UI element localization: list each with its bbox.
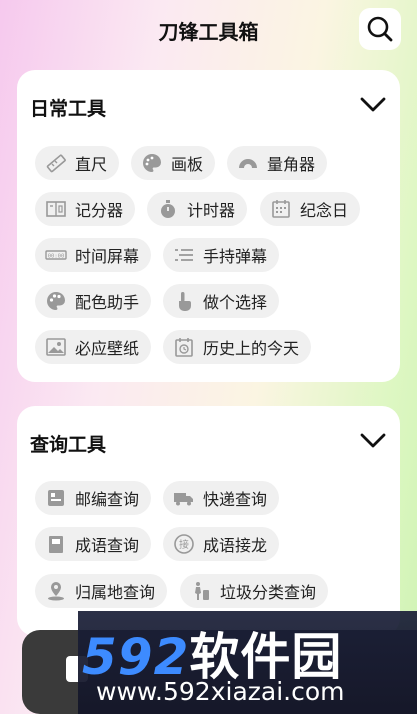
recycle-person-icon: [195, 582, 209, 600]
color-palette-icon: [47, 292, 65, 310]
ruler-icon: [46, 154, 66, 173]
palette-icon: [143, 154, 161, 172]
scoreboard-icon: [46, 201, 66, 217]
tool-postcode-query[interactable]: 邮编查询: [35, 481, 152, 515]
chip-label: 垃圾分类查询: [220, 583, 317, 602]
page-title: 刀锋工具箱: [158, 20, 259, 44]
chip-label: 计时器: [187, 201, 236, 220]
chip-label: 记分器: [75, 201, 124, 220]
digital-clock-icon: 00:00: [45, 250, 67, 260]
watermark-logo: 592软件园 www.592xiazai.com: [78, 611, 417, 714]
chevron-down-icon[interactable]: [360, 96, 386, 114]
calendar-icon: [272, 200, 290, 218]
protractor-icon: [239, 159, 257, 168]
tool-anniversary[interactable]: 纪念日: [260, 192, 361, 226]
chip-label: 归属地查询: [75, 583, 156, 602]
watermark-url: www.592xiazai.com: [96, 677, 345, 706]
tool-color-helper[interactable]: 配色助手: [35, 284, 152, 318]
chip-label: 邮编查询: [75, 490, 140, 509]
stopwatch-icon: [161, 200, 175, 218]
tool-garbage-sort-query[interactable]: 垃圾分类查询: [180, 574, 329, 608]
chip-label: 快递查询: [203, 490, 268, 509]
query-tools-card: 查询工具 邮编查询 快递查询 成语查询 接 成语接龙 归属地查询 垃圾分类查询: [17, 406, 400, 636]
chip-label: 历史上的今天: [203, 339, 300, 358]
chevron-down-icon[interactable]: [360, 432, 386, 450]
tool-timer[interactable]: 计时器: [147, 192, 248, 226]
book-icon: [49, 536, 63, 553]
chip-label: 手持弹幕: [203, 247, 268, 266]
tool-idiom-chain[interactable]: 接 成语接龙: [163, 527, 280, 561]
tool-drawing-board[interactable]: 画板: [131, 146, 216, 180]
chip-label: 成语接龙: [203, 536, 268, 555]
tool-scorer[interactable]: 记分器: [35, 192, 136, 226]
chip-label: 纪念日: [300, 201, 349, 220]
daily-tools-card: 日常工具 直尺 画板 量角器 记分器 计时器 纪念日 00:00 时间屏幕 手持…: [17, 70, 400, 382]
chip-label: 成语查询: [75, 536, 140, 555]
chip-label: 量角器: [267, 155, 316, 174]
app-header: 刀锋工具箱: [0, 0, 417, 62]
search-button[interactable]: [359, 8, 401, 50]
chip-label: 做个选择: [203, 293, 268, 312]
chip-label: 必应壁纸: [75, 339, 140, 358]
tool-history-today[interactable]: 历史上的今天: [163, 330, 312, 364]
search-icon: [367, 16, 393, 42]
svg-text:接: 接: [179, 538, 189, 551]
hand-pointer-icon: [179, 292, 191, 311]
tool-time-screen[interactable]: 00:00 时间屏幕: [35, 238, 152, 272]
section-title: 日常工具: [30, 98, 107, 120]
location-icon: [48, 582, 64, 601]
history-calendar-icon: [175, 338, 193, 357]
section-title: 查询工具: [30, 434, 107, 456]
chip-label: 直尺: [75, 155, 108, 174]
list-lines-icon: [175, 249, 193, 261]
chip-label: 画板: [171, 155, 204, 174]
chip-label: 配色助手: [75, 293, 140, 312]
idiom-chain-icon: 接: [174, 534, 194, 554]
tool-location-query[interactable]: 归属地查询: [35, 574, 168, 608]
tool-protractor[interactable]: 量角器: [227, 146, 328, 180]
svg-text:00:00: 00:00: [48, 254, 65, 260]
truck-icon: [174, 493, 193, 506]
tool-idiom-query[interactable]: 成语查询: [35, 527, 152, 561]
tool-handheld-barrage[interactable]: 手持弹幕: [163, 238, 280, 272]
tool-ruler[interactable]: 直尺: [35, 146, 120, 180]
tool-bing-wallpaper[interactable]: 必应壁纸: [35, 330, 152, 364]
tool-express-query[interactable]: 快递查询: [163, 481, 280, 515]
postcode-icon: [48, 490, 64, 506]
tool-make-choice[interactable]: 做个选择: [163, 284, 280, 318]
image-icon: [46, 338, 66, 356]
chip-label: 时间屏幕: [75, 247, 140, 266]
